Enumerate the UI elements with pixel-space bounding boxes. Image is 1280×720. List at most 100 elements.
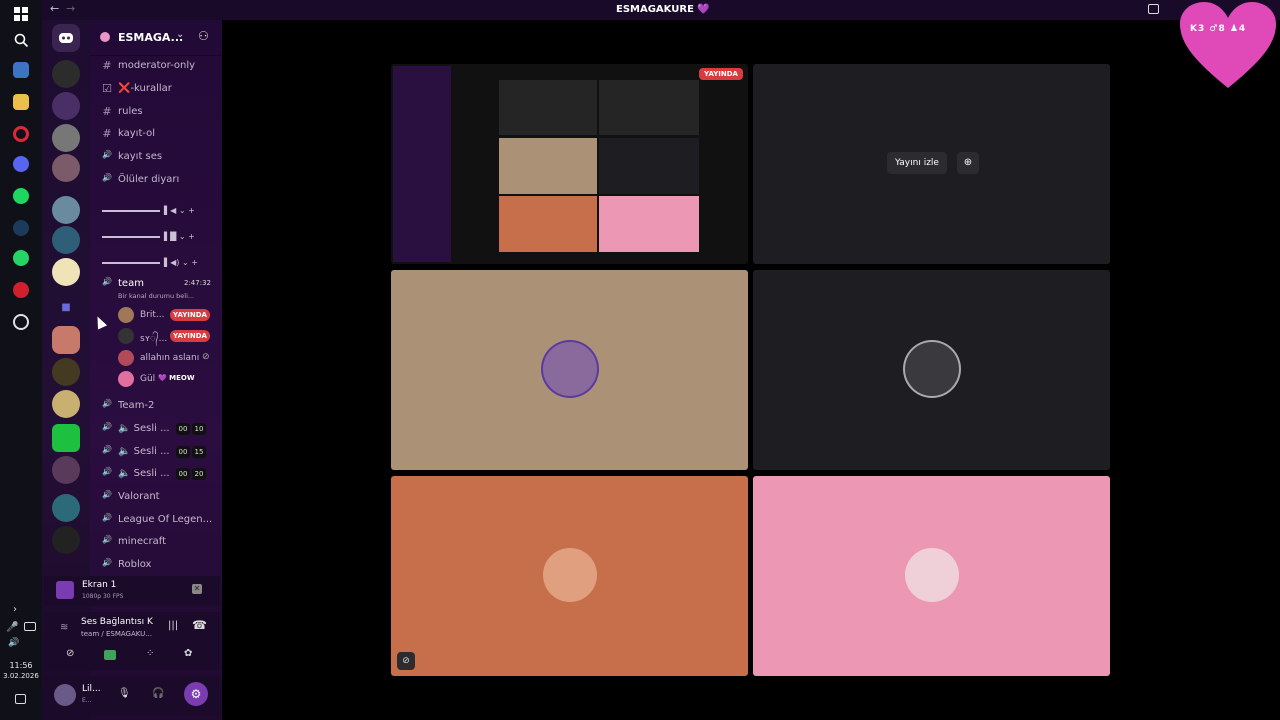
microphone-icon[interactable]: 🎤: [6, 622, 18, 638]
slider-controls[interactable]: ▌█ ⌄ +: [164, 232, 195, 241]
volume-slider[interactable]: ▌◀ ⌄ +: [102, 206, 206, 216]
settings-gear-icon[interactable]: ⚙: [184, 682, 208, 706]
channel-item[interactable]: 🔊 Valorant: [98, 487, 218, 507]
channel-item[interactable]: ☑ ❌-kurallar: [98, 79, 218, 99]
channel-item[interactable]: # moderator-only: [98, 56, 218, 76]
channel-item[interactable]: 🔊 🔈 Sesli ... 00 15: [98, 442, 218, 462]
soundboard-icon[interactable]: ✿: [184, 648, 192, 659]
voice-user[interactable]: Brit... YAYINDA: [118, 305, 214, 325]
screen-share-icon[interactable]: [104, 650, 116, 660]
avatar: [118, 350, 134, 366]
voice-user[interactable]: allahın aslanı ⊘: [118, 348, 214, 368]
noise-suppression-icon[interactable]: |||: [168, 620, 178, 631]
slider-track[interactable]: [102, 210, 160, 212]
nav-forward-button[interactable]: →: [66, 2, 75, 15]
server-icon[interactable]: [52, 154, 80, 182]
participant-tile[interactable]: [753, 476, 1110, 676]
volume-slider[interactable]: ▌◀) ⌄ +: [102, 258, 206, 268]
spotify-icon[interactable]: [13, 188, 29, 204]
chevron-down-icon[interactable]: ⌄: [176, 29, 184, 40]
app-icon[interactable]: [13, 62, 29, 78]
file-explorer-icon[interactable]: [13, 94, 29, 110]
windows-start-icon[interactable]: [13, 6, 29, 22]
channel-item[interactable]: 🔊 🔈 Sesli ... 00 20: [98, 464, 218, 484]
popout-icon[interactable]: ⊕: [957, 152, 979, 174]
server-icon[interactable]: [52, 456, 80, 484]
server-icon[interactable]: [52, 390, 80, 418]
channel-label: ❌-kurallar: [118, 83, 172, 94]
channel-label: rules: [118, 106, 143, 117]
server-icon[interactable]: [52, 258, 80, 286]
voice-channel-team[interactable]: 🔊 team 2:47:32 Bir kanal durumu beli...: [98, 274, 218, 302]
participant-tile[interactable]: ⊘: [391, 476, 748, 676]
steam-icon[interactable]: [13, 220, 29, 236]
chevron-right-icon[interactable]: ›: [13, 604, 29, 620]
screen-share-quality: 1080p 30 FPS: [82, 593, 124, 600]
server-icon[interactable]: [52, 358, 80, 386]
slider-controls[interactable]: ▌◀ ⌄ +: [164, 206, 195, 215]
stream-tile[interactable]: YAYINDA: [391, 64, 748, 264]
volume-slider[interactable]: ▌█ ⌄ +: [102, 232, 206, 242]
whatsapp-icon[interactable]: [13, 250, 29, 266]
server-icon[interactable]: [52, 526, 80, 554]
close-icon[interactable]: ✕: [192, 584, 202, 594]
channel-item[interactable]: 🔊 🔈 Sesli ... 00 10: [98, 419, 218, 439]
display-icon[interactable]: [24, 622, 36, 631]
server-icon[interactable]: [52, 494, 80, 522]
server-icon[interactable]: [52, 60, 80, 88]
microphone-icon[interactable]: 🎙: [118, 688, 131, 699]
channel-item[interactable]: 🔊 Roblox: [98, 555, 218, 575]
inbox-icon[interactable]: [1148, 4, 1159, 14]
channel-item[interactable]: 🔊 kayıt ses: [98, 147, 218, 167]
server-icon[interactable]: [52, 424, 80, 452]
discord-home-icon[interactable]: [52, 24, 80, 52]
voice-connection-title[interactable]: Ses Bağlantısı K: [81, 617, 153, 627]
speaker-icon[interactable]: 🔊: [8, 638, 24, 654]
slider-track[interactable]: [102, 262, 160, 264]
notification-icon[interactable]: [15, 694, 26, 704]
avatar[interactable]: [54, 684, 76, 706]
speaker-icon: 🔊: [102, 173, 112, 182]
app-red-icon[interactable]: [13, 282, 29, 298]
participant-tile[interactable]: [391, 270, 748, 470]
participant-tile[interactable]: [753, 270, 1110, 470]
disconnect-icon[interactable]: ☎: [192, 618, 207, 632]
server-icon[interactable]: [52, 124, 80, 152]
screen-share-icon: [56, 581, 74, 599]
clock-date[interactable]: 3.02.2026: [0, 672, 42, 680]
account-name[interactable]: Lil...: [82, 684, 101, 694]
voice-user[interactable]: Gül 💜 MEOW: [118, 369, 214, 389]
opera-icon[interactable]: [13, 126, 29, 142]
channel-status[interactable]: Bir kanal durumu beli...: [118, 292, 194, 300]
clock-time[interactable]: 11:56: [0, 661, 42, 670]
search-icon[interactable]: [13, 32, 29, 48]
channel-item[interactable]: # kayıt-ol: [98, 124, 218, 144]
channel-label: Valorant: [118, 491, 160, 502]
channel-item[interactable]: 🔊 Ölüler diyarı: [98, 170, 218, 190]
server-icon[interactable]: [52, 92, 80, 120]
nav-back-button[interactable]: ←: [50, 2, 59, 15]
watch-stream-button[interactable]: Yayını izle: [887, 152, 947, 174]
discord-icon[interactable]: [13, 156, 29, 172]
camera-off-icon[interactable]: ⊘: [66, 648, 74, 659]
channel-item[interactable]: # rules: [98, 102, 218, 122]
channel-item[interactable]: 🔊 Team-2: [98, 396, 218, 416]
slider-track[interactable]: [102, 236, 160, 238]
activities-icon[interactable]: ⁘: [146, 648, 154, 659]
app-clock-icon[interactable]: [13, 314, 29, 330]
channel-item[interactable]: 🔊 League Of Legen...: [98, 510, 218, 530]
channel-item[interactable]: 🔊 minecraft: [98, 532, 218, 552]
server-icon[interactable]: [52, 226, 80, 254]
folder-icon[interactable]: ■: [52, 294, 80, 322]
stream-tile[interactable]: Yayını izle ⊕: [753, 64, 1110, 264]
server-header[interactable]: ESMAGA... ⌄ ⚇: [90, 20, 222, 56]
speaker-icon: 🔊: [102, 558, 112, 567]
speaker-icon: 🔊: [102, 490, 112, 499]
server-icon[interactable]: [52, 196, 80, 224]
slider-controls[interactable]: ▌◀) ⌄ +: [164, 258, 198, 267]
invite-icon[interactable]: ⚇: [198, 29, 209, 43]
headphones-icon[interactable]: 🎧: [152, 688, 164, 699]
voice-user[interactable]: ꜱʏ᭄... YAYINDA: [118, 326, 214, 346]
voice-connection-subtitle[interactable]: team / ESMAGAKU...: [81, 630, 152, 638]
server-icon[interactable]: [52, 326, 80, 354]
